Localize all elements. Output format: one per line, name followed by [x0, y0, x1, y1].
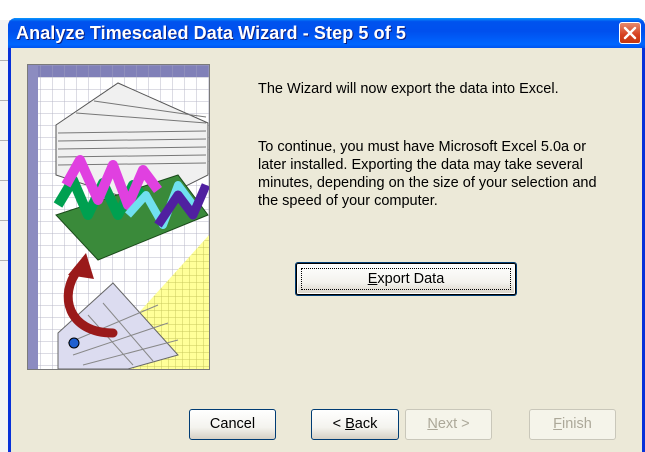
title-bar[interactable]: Analyze Timescaled Data Wizard - Step 5 … — [8, 18, 645, 48]
export-intro-text: The Wizard will now export the data into… — [258, 81, 559, 97]
close-button[interactable] — [619, 22, 641, 44]
close-icon — [623, 26, 637, 40]
wizard-chart-illustration — [27, 64, 210, 370]
export-data-label: Export Data — [367, 271, 445, 287]
export-data-button[interactable]: Export Data — [295, 262, 517, 296]
wizard-dialog: Analyze Timescaled Data Wizard - Step 5 … — [8, 18, 645, 452]
window-title: Analyze Timescaled Data Wizard - Step 5 … — [16, 23, 407, 43]
excel-requirement-text: To continue, you must have Microsoft Exc… — [258, 139, 597, 209]
chart-illustration-art — [28, 65, 209, 369]
cancel-label: Cancel — [209, 416, 256, 432]
finish-button[interactable]: Finish — [529, 409, 616, 440]
back-button[interactable]: < Back — [311, 409, 399, 440]
next-button[interactable]: Next > — [405, 409, 492, 440]
cancel-button[interactable]: Cancel — [189, 409, 276, 440]
dialog-client-area: The Wizard will now export the data into… — [11, 48, 642, 452]
